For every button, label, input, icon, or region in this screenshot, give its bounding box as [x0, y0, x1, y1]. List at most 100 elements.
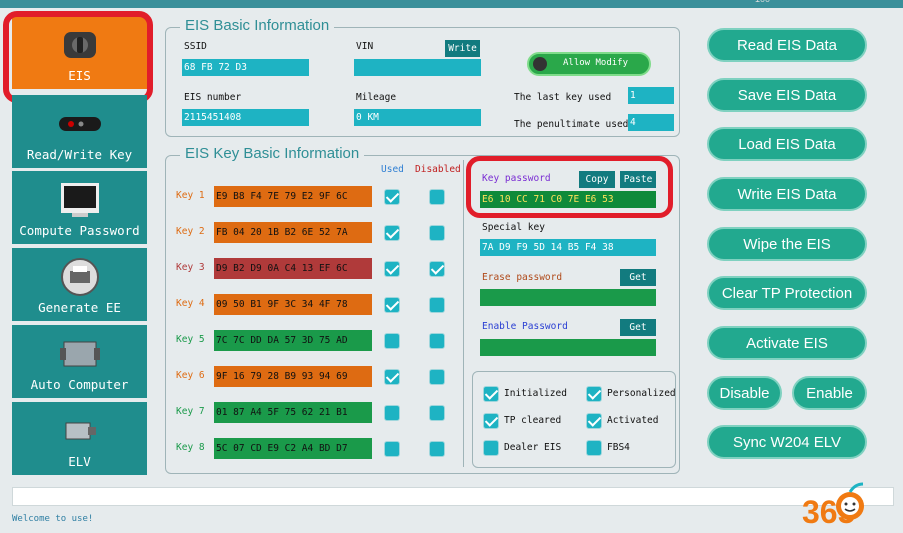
wipe-eis-button[interactable]: Wipe the EIS — [707, 227, 867, 261]
key-2-label: Key 2 — [176, 226, 205, 237]
flag-checkbox[interactable] — [586, 413, 602, 429]
key-1-disabled-checkbox[interactable] — [429, 189, 445, 205]
nav-label: Compute Password — [19, 223, 140, 238]
nav-label: ELV — [68, 454, 91, 469]
nav-read-write-key[interactable]: Read/Write Key — [12, 95, 147, 168]
key-5-label: Key 5 — [176, 334, 205, 345]
top-bar: 100 — [0, 0, 903, 8]
key-7-used-checkbox[interactable] — [384, 405, 400, 421]
key-5-disabled-checkbox[interactable] — [429, 333, 445, 349]
key-3-value[interactable]: D9 B2 D9 0A C4 13 EF 6C — [214, 258, 372, 279]
flag-label: FBS4 — [607, 442, 630, 453]
key-8-label: Key 8 — [176, 442, 205, 453]
key-7-label: Key 7 — [176, 406, 205, 417]
allow-modify-toggle[interactable]: Allow Modify — [527, 52, 651, 76]
ssid-label: SSID — [184, 41, 207, 52]
activate-eis-button[interactable]: Activate EIS — [707, 326, 867, 360]
key-8-value[interactable]: 5C 07 CD E9 C2 A4 BD D7 — [214, 438, 372, 459]
key-6-label: Key 6 — [176, 370, 205, 381]
mileage-label: Mileage — [356, 92, 397, 103]
top-bar-number: 100 — [755, 0, 770, 4]
enable-button[interactable]: Enable — [792, 376, 867, 410]
eis-key-info-title: EIS Key Basic Information — [180, 145, 365, 162]
status-bar — [12, 487, 894, 506]
car-key-icon — [56, 107, 104, 141]
eis-number-field[interactable]: 2115451408 — [182, 109, 309, 126]
last-key-label: The last key used — [514, 92, 612, 103]
welcome-message: Welcome to use! — [12, 514, 94, 524]
mileage-field[interactable]: 0 KM — [354, 109, 481, 126]
write-vin-button[interactable]: Write — [445, 40, 480, 57]
key-1-used-checkbox[interactable] — [384, 189, 400, 205]
ssid-field[interactable]: 68 FB 72 D3 — [182, 59, 309, 76]
save-eis-data-button[interactable]: Save EIS Data — [707, 78, 867, 112]
flag-checkbox[interactable] — [483, 413, 499, 429]
key-7-disabled-checkbox[interactable] — [429, 405, 445, 421]
divider — [463, 160, 464, 467]
special-key-field[interactable]: 7A D9 F9 5D 14 B5 F4 38 — [480, 239, 656, 256]
read-eis-data-button[interactable]: Read EIS Data — [707, 28, 867, 62]
key-3-disabled-checkbox[interactable] — [429, 261, 445, 277]
key-3-used-checkbox[interactable] — [384, 261, 400, 277]
nav-generate-ee[interactable]: Generate EE — [12, 248, 147, 321]
flag-checkbox[interactable] — [483, 386, 499, 402]
key-5-value[interactable]: 7C 7C DD DA 57 3D 75 AD — [214, 330, 372, 351]
ecu-module-icon — [56, 337, 104, 371]
flag-label: Initialized — [504, 388, 567, 399]
flag-label: Activated — [607, 415, 659, 426]
key-6-used-checkbox[interactable] — [384, 369, 400, 385]
key-2-value[interactable]: FB 04 20 1B B2 6E 52 7A — [214, 222, 372, 243]
special-key-label: Special key — [482, 222, 545, 233]
vin-field[interactable] — [354, 59, 481, 76]
nav-label: Read/Write Key — [26, 147, 133, 162]
penultimate-key-field[interactable]: 4 — [628, 114, 674, 131]
erase-password-field[interactable] — [480, 289, 656, 306]
smiley-icon — [836, 482, 864, 520]
key-2-used-checkbox[interactable] — [384, 225, 400, 241]
key-5-used-checkbox[interactable] — [384, 333, 400, 349]
erase-password-get-button[interactable]: Get — [620, 269, 656, 286]
computer-icon — [56, 183, 104, 217]
key-1-label: Key 1 — [176, 190, 205, 201]
load-eis-data-button[interactable]: Load EIS Data — [707, 127, 867, 161]
nav-auto-computer[interactable]: Auto Computer — [12, 325, 147, 398]
printer-icon — [56, 258, 104, 296]
disabled-header: Disabled — [415, 164, 461, 175]
flag-checkbox[interactable] — [483, 440, 499, 456]
watermark-logo: 365 — [800, 480, 900, 530]
flag-checkbox[interactable] — [586, 386, 602, 402]
highlight-ring-eis — [3, 11, 153, 103]
elv-module-icon — [56, 414, 104, 448]
eis-number-label: EIS number — [184, 92, 242, 103]
used-header: Used — [381, 164, 404, 175]
key-4-disabled-checkbox[interactable] — [429, 297, 445, 313]
key-6-value[interactable]: 9F 16 79 28 B9 93 94 69 — [214, 366, 372, 387]
key-1-value[interactable]: E9 B8 F4 7E 79 E2 9F 6C — [214, 186, 372, 207]
flag-checkbox[interactable] — [586, 440, 602, 456]
key-7-value[interactable]: 01 87 A4 5F 75 62 21 B1 — [214, 402, 372, 423]
key-4-used-checkbox[interactable] — [384, 297, 400, 313]
key-4-label: Key 4 — [176, 298, 205, 309]
highlight-ring-key-password — [466, 156, 673, 218]
flag-label: TP cleared — [504, 415, 562, 426]
key-4-value[interactable]: 09 50 B1 9F 3C 34 4F 78 — [214, 294, 372, 315]
vin-label: VIN — [356, 41, 374, 52]
nav-elv[interactable]: ELV — [12, 402, 147, 475]
key-6-disabled-checkbox[interactable] — [429, 369, 445, 385]
key-3-label: Key 3 — [176, 262, 205, 273]
last-key-field[interactable]: 1 — [628, 87, 674, 104]
penultimate-key-label: The penultimate used — [514, 119, 629, 130]
clear-tp-protection-button[interactable]: Clear TP Protection — [707, 276, 867, 310]
nav-label: Auto Computer — [30, 377, 129, 392]
disable-button[interactable]: Disable — [707, 376, 782, 410]
key-8-used-checkbox[interactable] — [384, 441, 400, 457]
flag-label: Personalized — [607, 388, 676, 399]
key-8-disabled-checkbox[interactable] — [429, 441, 445, 457]
enable-password-get-button[interactable]: Get — [620, 319, 656, 336]
allow-modify-label: Allow Modify — [563, 58, 629, 68]
write-eis-data-button[interactable]: Write EIS Data — [707, 177, 867, 211]
nav-compute-password[interactable]: Compute Password — [12, 171, 147, 244]
enable-password-field[interactable] — [480, 339, 656, 356]
sync-w204-elv-button[interactable]: Sync W204 ELV — [707, 425, 867, 459]
key-2-disabled-checkbox[interactable] — [429, 225, 445, 241]
